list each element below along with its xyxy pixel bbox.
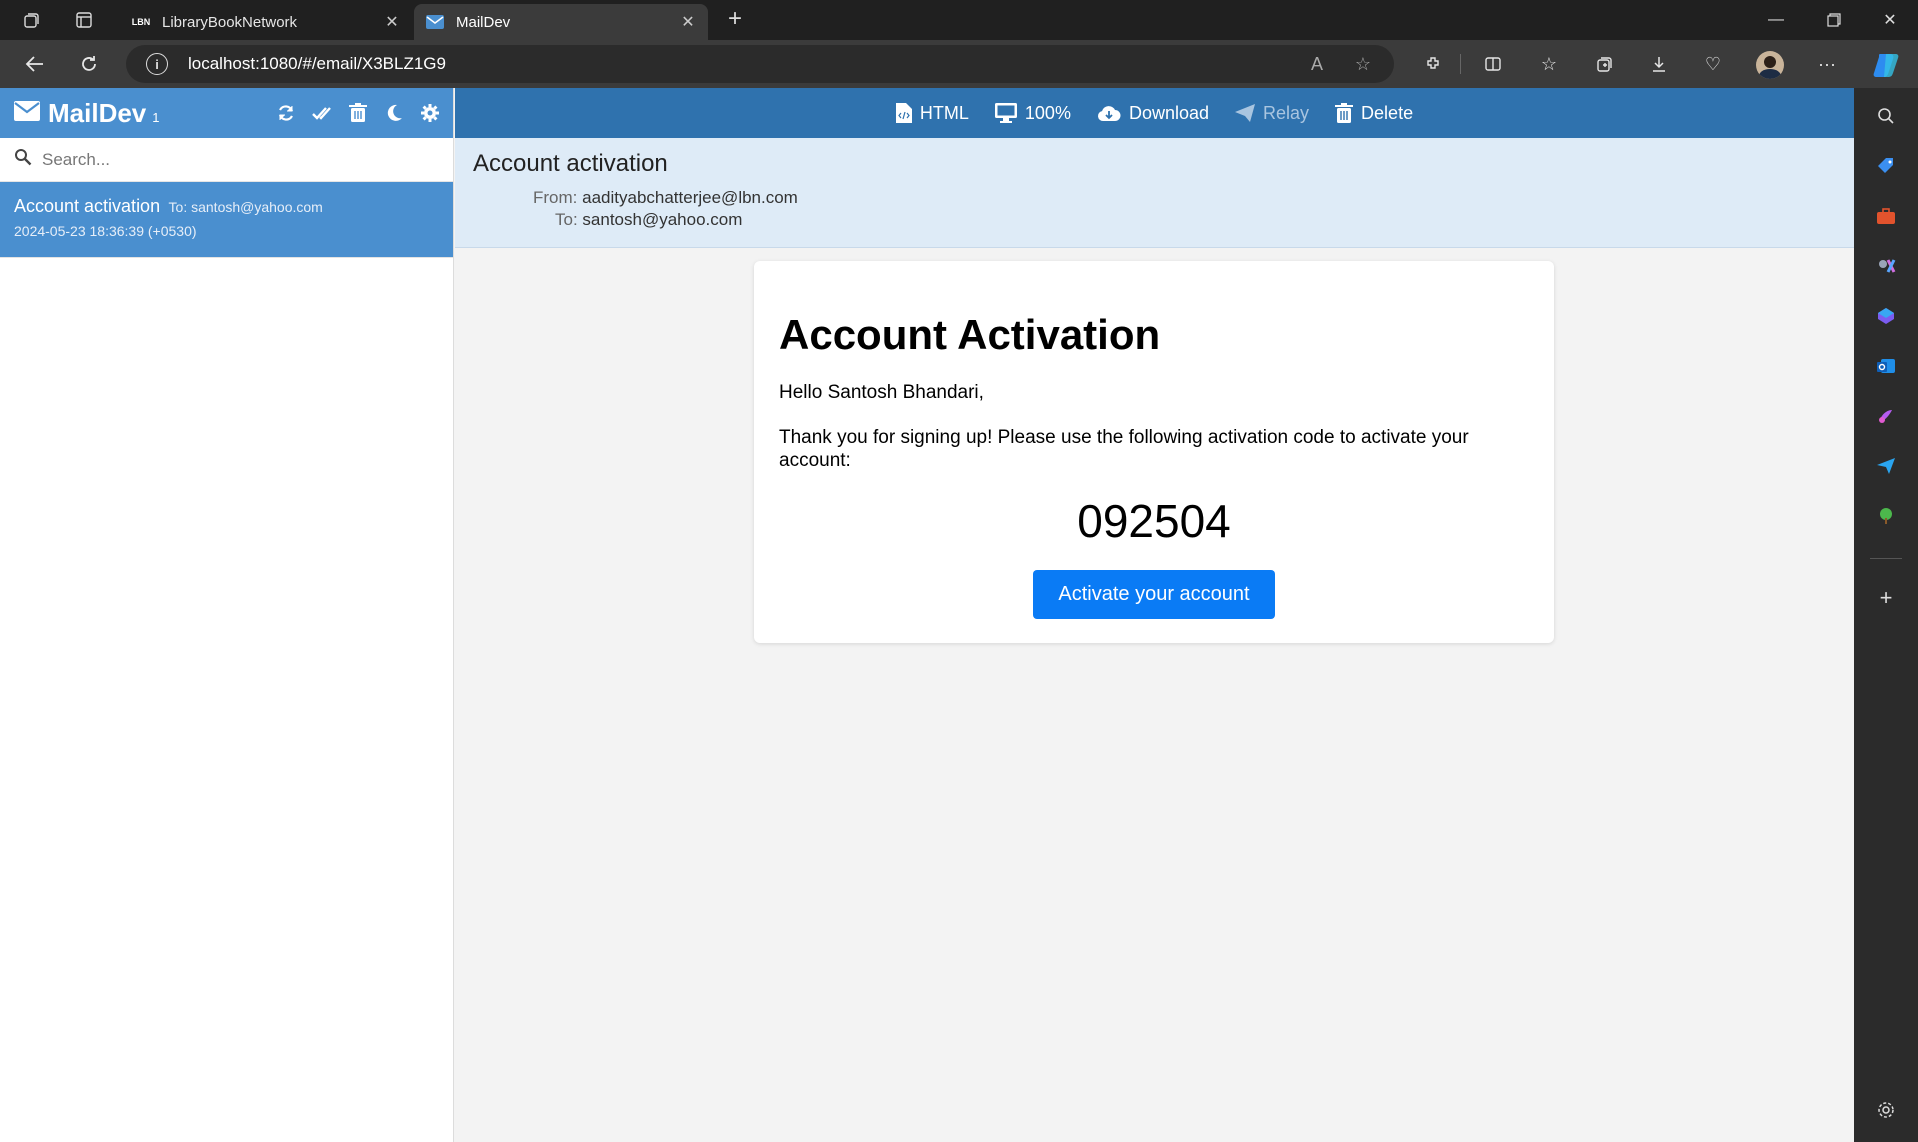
email-date: 2024-05-23 18:36:39 (+0530) <box>14 223 197 239</box>
split-screen-icon[interactable] <box>1478 50 1508 78</box>
relay-label: Relay <box>1263 102 1310 123</box>
relay-button[interactable]: Relay <box>1235 103 1309 124</box>
tab-actions-icon[interactable] <box>68 6 100 34</box>
email-body-heading: Account Activation <box>779 311 1161 358</box>
monitor-icon <box>994 103 1017 123</box>
zoom-label: 100% <box>1024 102 1071 123</box>
email-list-item[interactable]: Account activation To: santosh@yahoo.com… <box>0 182 453 258</box>
maildev-logo[interactable]: MailDev <box>48 98 146 129</box>
from-row: From: aadityabchatterjee@lbn.com <box>533 188 1836 208</box>
cloud-download-icon <box>1097 106 1121 121</box>
message-text: Thank you for signing up! Please use the… <box>779 427 1469 471</box>
address-bar[interactable]: i localhost:1080/#/email/X3BLZ1G9 A ☆ <box>126 45 1394 83</box>
more-menu-icon[interactable]: ··· <box>1812 50 1842 78</box>
envelope-favicon-icon <box>424 14 446 30</box>
browser-tabstrip: LBN LibraryBookNetwork ✕ MailDev ✕ + — ✕ <box>0 0 1918 40</box>
paper-plane-icon <box>1235 104 1256 122</box>
email-header: Account activation From: aadityabchatter… <box>455 138 1854 248</box>
mark-all-read-icon[interactable] <box>311 102 333 124</box>
html-label: HTML <box>919 102 969 123</box>
page-viewport: MailDev 1 Search... Account activation T… <box>0 88 1854 1142</box>
read-aloud-icon[interactable]: A <box>1302 54 1332 75</box>
tab-title: LibraryBookNetwork <box>162 13 298 31</box>
inbox-pane: MailDev 1 Search... Account activation T… <box>0 88 454 1142</box>
to-row: To: santosh@yahoo.com <box>555 210 1836 230</box>
search-input[interactable] <box>42 149 422 170</box>
workspaces-icon[interactable] <box>16 6 48 34</box>
settings-gear-icon[interactable] <box>419 102 441 124</box>
download-button[interactable]: Download <box>1097 103 1209 124</box>
favorite-star-icon[interactable]: ☆ <box>1348 54 1378 75</box>
from-label: From: <box>533 188 578 207</box>
favorites-icon[interactable]: ☆ <box>1534 50 1564 78</box>
inbox-tools <box>261 102 441 124</box>
activation-code: 092504 <box>1077 495 1231 547</box>
email-subject: Account activation <box>14 196 161 216</box>
refresh-icon[interactable] <box>275 102 297 124</box>
downloads-icon[interactable] <box>1644 50 1674 78</box>
email-recipient: To: santosh@yahoo.com <box>168 199 323 215</box>
email-body-card: Account Activation Hello Santosh Bhandar… <box>754 261 1554 643</box>
edge-sidebar: + <box>1854 88 1918 1142</box>
email-subject-heading: Account activation <box>473 150 668 177</box>
tab-librarybooknetwork[interactable]: LBN LibraryBookNetwork ✕ <box>120 4 412 40</box>
toolbar-separator <box>1460 54 1461 74</box>
tools-icon[interactable] <box>1874 204 1898 228</box>
back-icon[interactable] <box>20 50 50 78</box>
from-address: aadityabchatterjee@lbn.com <box>582 188 798 207</box>
site-info-icon[interactable]: i <box>146 53 168 75</box>
maildev-header: MailDev 1 <box>0 88 453 138</box>
url-text[interactable]: localhost:1080/#/email/X3BLZ1G9 <box>188 54 1302 74</box>
close-window-icon[interactable]: ✕ <box>1862 0 1918 40</box>
outlook-icon[interactable] <box>1874 354 1898 378</box>
download-label: Download <box>1128 102 1210 123</box>
delete-button[interactable]: Delete <box>1335 103 1413 124</box>
browser-essentials-icon[interactable]: ♡ <box>1698 50 1728 78</box>
to-label: To: <box>555 210 578 229</box>
dark-mode-icon[interactable] <box>383 102 405 124</box>
shopping-tag-icon[interactable] <box>1874 154 1898 178</box>
search-icon <box>14 148 32 171</box>
copilot-icon[interactable] <box>1872 50 1902 80</box>
email-view-pane: HTML 100% Download Relay Delete Account … <box>455 88 1854 1142</box>
to-address: santosh@yahoo.com <box>582 210 743 229</box>
designer-icon[interactable] <box>1874 404 1898 428</box>
tree-icon[interactable] <box>1874 504 1898 528</box>
email-count-badge: 1 <box>152 109 160 125</box>
activate-button-wrapper: Activate your account <box>779 570 1529 619</box>
close-tab-icon[interactable]: ✕ <box>382 12 402 32</box>
delete-all-icon[interactable] <box>347 102 369 124</box>
profile-avatar[interactable] <box>1756 51 1784 79</box>
lbn-favicon-icon: LBN <box>131 17 151 27</box>
sidebar-divider <box>1870 558 1902 559</box>
activate-account-button[interactable]: Activate your account <box>1033 570 1275 619</box>
add-sidebar-app-icon[interactable]: + <box>1874 585 1898 610</box>
refresh-icon[interactable] <box>74 50 104 78</box>
sidebar-settings-icon[interactable] <box>1874 1098 1898 1122</box>
delete-label: Delete <box>1361 102 1414 123</box>
minimize-icon[interactable]: — <box>1748 0 1804 40</box>
trash-icon <box>1335 103 1354 123</box>
search-icon[interactable] <box>1874 104 1898 128</box>
html-button[interactable]: HTML <box>895 102 969 124</box>
zoom-button[interactable]: 100% <box>994 102 1071 124</box>
tab-title: MailDev <box>456 13 511 31</box>
extensions-icon[interactable] <box>1418 50 1448 78</box>
close-tab-icon[interactable]: ✕ <box>678 12 698 32</box>
greeting-text: Hello Santosh Bhandari, <box>779 382 984 403</box>
file-code-icon <box>895 103 912 123</box>
envelope-icon <box>14 100 40 126</box>
restore-icon[interactable] <box>1806 0 1862 40</box>
new-tab-button[interactable]: + <box>720 6 750 34</box>
tab-maildev[interactable]: MailDev ✕ <box>414 4 708 40</box>
collections-icon[interactable] <box>1590 50 1620 78</box>
microsoft-365-icon[interactable] <box>1874 304 1898 328</box>
email-toolbar: HTML 100% Download Relay Delete <box>455 88 1854 138</box>
search-bar <box>0 138 453 182</box>
send-icon[interactable] <box>1874 454 1898 478</box>
browser-navbar: i localhost:1080/#/email/X3BLZ1G9 A ☆ ☆ … <box>0 40 1918 88</box>
games-icon[interactable] <box>1874 254 1898 278</box>
